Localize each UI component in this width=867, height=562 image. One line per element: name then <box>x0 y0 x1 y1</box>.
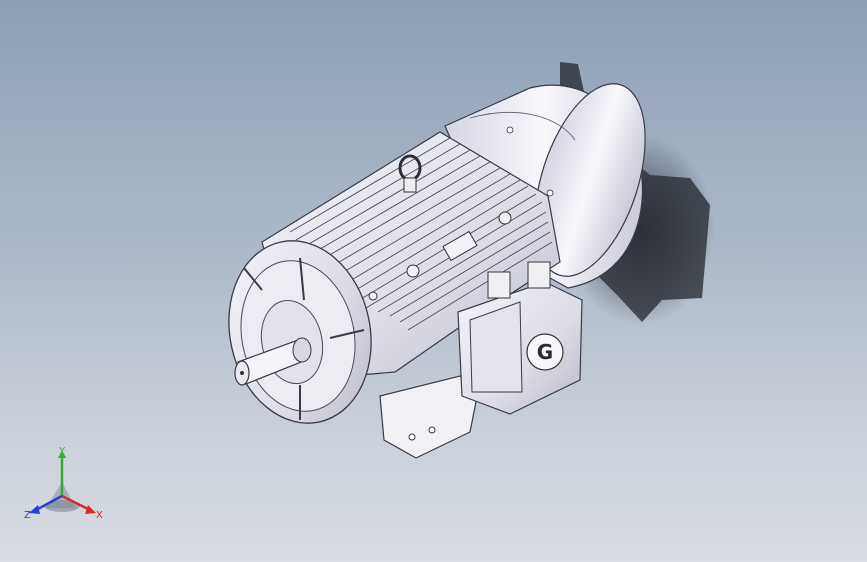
z-axis-label: Z <box>24 510 31 521</box>
orientation-triad[interactable]: Y X Z <box>22 446 112 526</box>
x-axis-label: X <box>96 510 103 521</box>
terminal-box-logo-icon: G <box>526 333 564 371</box>
x-axis-tip <box>85 505 96 514</box>
terminal-box-logo: G <box>537 340 553 364</box>
y-axis-label: Y <box>58 446 66 457</box>
graphics-viewport[interactable]: G Y X Z <box>0 0 867 562</box>
model-view[interactable]: G <box>0 0 867 562</box>
